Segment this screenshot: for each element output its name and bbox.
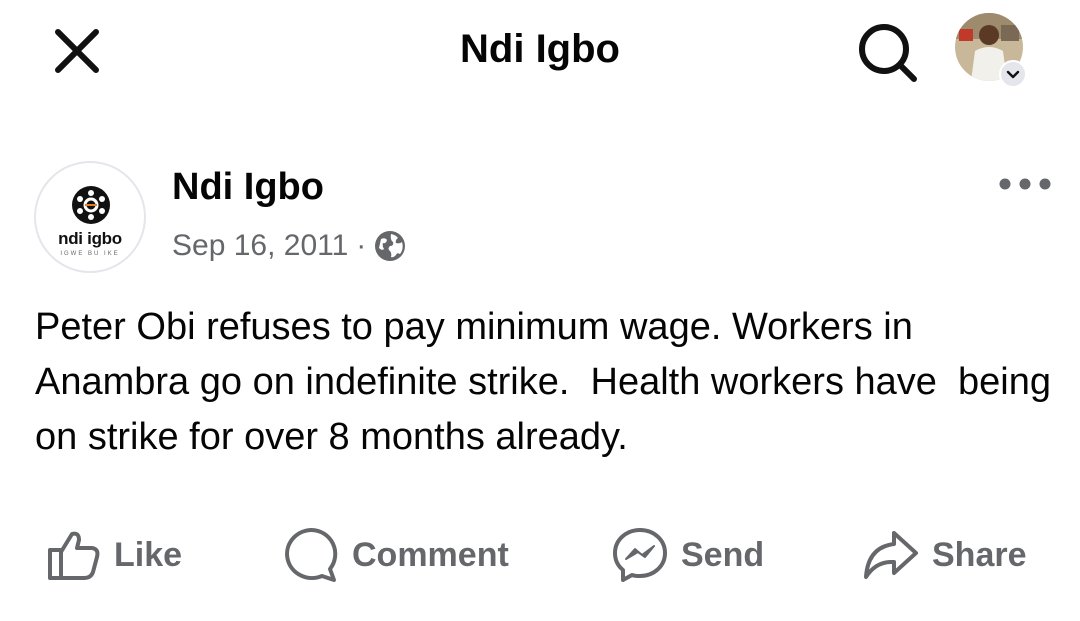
page-avatar[interactable]: ndi igbo IGWE BU IKE — [34, 161, 146, 273]
post-actions: Like Comment Send Share — [0, 520, 1080, 590]
share-label: Share — [932, 535, 1027, 574]
chevron-down-icon — [999, 60, 1027, 88]
like-label: Like — [114, 535, 183, 574]
ndi-igbo-logo-icon — [72, 186, 110, 224]
top-bar: Ndi Igbo — [0, 0, 1080, 100]
globe-icon — [375, 231, 406, 261]
send-label: Send — [681, 535, 765, 574]
logo-text: ndi igbo — [58, 229, 122, 248]
meta-separator: · — [356, 229, 367, 262]
comment-label: Comment — [352, 535, 509, 574]
search-icon — [859, 24, 917, 82]
search-button[interactable] — [856, 22, 920, 82]
messenger-icon — [613, 528, 667, 582]
share-icon — [864, 531, 918, 579]
post-meta: Sep 16, 2011 · — [172, 226, 406, 266]
more-options-button[interactable] — [995, 167, 1055, 201]
profile-menu-button[interactable] — [955, 13, 1027, 88]
post-text: Peter Obi refuses to pay minimum wage. W… — [35, 306, 1062, 458]
send-button[interactable]: Send — [611, 520, 764, 590]
share-button[interactable]: Share — [862, 520, 1027, 590]
comment-icon — [285, 527, 338, 582]
logo-tagline: IGWE BU IKE — [60, 251, 120, 257]
comment-button[interactable]: Comment — [282, 520, 509, 590]
thumbs-up-icon — [48, 531, 100, 580]
post-date[interactable]: Sep 16, 2011 — [172, 229, 348, 263]
like-button[interactable]: Like — [46, 520, 182, 590]
post-author[interactable]: Ndi Igbo — [172, 164, 324, 210]
more-options-icon — [999, 178, 1051, 190]
